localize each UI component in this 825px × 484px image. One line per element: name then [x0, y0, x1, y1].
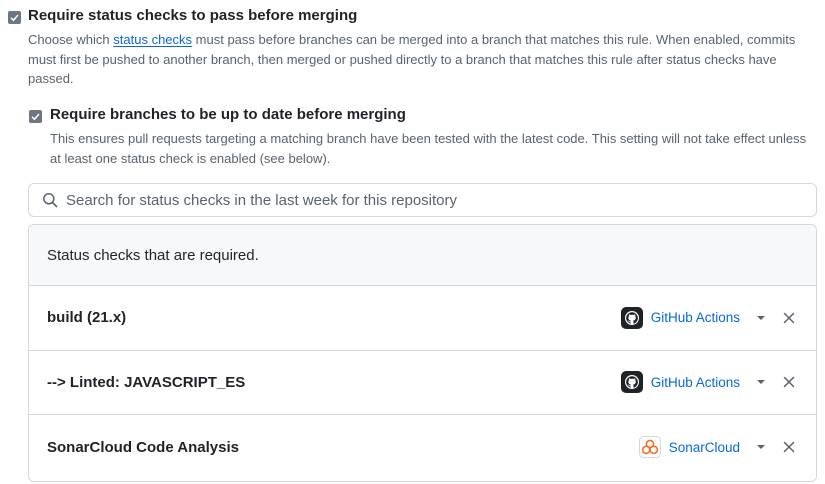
app-name[interactable]: SonarCloud: [669, 440, 740, 455]
github-icon: [620, 371, 643, 394]
required-checks-header: Status checks that are required.: [29, 225, 816, 286]
require-status-checks-checkbox[interactable]: [8, 11, 21, 24]
status-checks-settings: Require status checks to pass before mer…: [0, 0, 825, 484]
search-icon: [42, 192, 58, 208]
require-status-checks-description: Choose which status checks must pass bef…: [28, 30, 818, 89]
check-name: SonarCloud Code Analysis: [47, 438, 239, 456]
required-checks-list: Status checks that are required. build (…: [28, 224, 817, 482]
chevron-down-icon[interactable]: [754, 375, 768, 389]
require-up-to-date-description: This ensures pull requests targeting a m…: [50, 131, 807, 166]
app-name[interactable]: GitHub Actions: [651, 310, 740, 325]
check-name: build (21.x): [47, 309, 127, 327]
require-up-to-date-title[interactable]: Require branches to be up to date before…: [50, 106, 406, 123]
close-icon[interactable]: [782, 440, 796, 454]
close-icon[interactable]: [782, 375, 796, 389]
check-name: --> Linted: JAVASCRIPT_ES: [47, 373, 246, 391]
require-status-checks-title[interactable]: Require status checks to pass before mer…: [28, 7, 357, 24]
description-text: Choose which: [28, 32, 114, 47]
checkmark-icon: [31, 113, 40, 121]
close-icon[interactable]: [782, 311, 796, 325]
chevron-down-icon[interactable]: [754, 440, 768, 454]
status-checks-link[interactable]: status checks: [113, 32, 192, 47]
check-row: --> Linted: JAVASCRIPT_ES GitHub Actions: [29, 351, 816, 415]
check-row: build (21.x) GitHub Actions: [29, 286, 816, 351]
github-icon: [620, 306, 643, 329]
sonarcloud-icon: [638, 436, 661, 459]
chevron-down-icon[interactable]: [754, 311, 768, 325]
status-check-search[interactable]: [28, 183, 817, 217]
require-up-to-date-checkbox[interactable]: [29, 110, 42, 123]
app-badge: SonarCloud: [638, 436, 740, 459]
check-row: SonarCloud Code Analysis SonarCloud: [29, 415, 816, 480]
app-badge: GitHub Actions: [620, 371, 740, 394]
search-input[interactable]: [66, 185, 816, 215]
app-name[interactable]: GitHub Actions: [651, 375, 740, 390]
app-badge: GitHub Actions: [620, 306, 740, 329]
checkmark-icon: [10, 14, 19, 22]
